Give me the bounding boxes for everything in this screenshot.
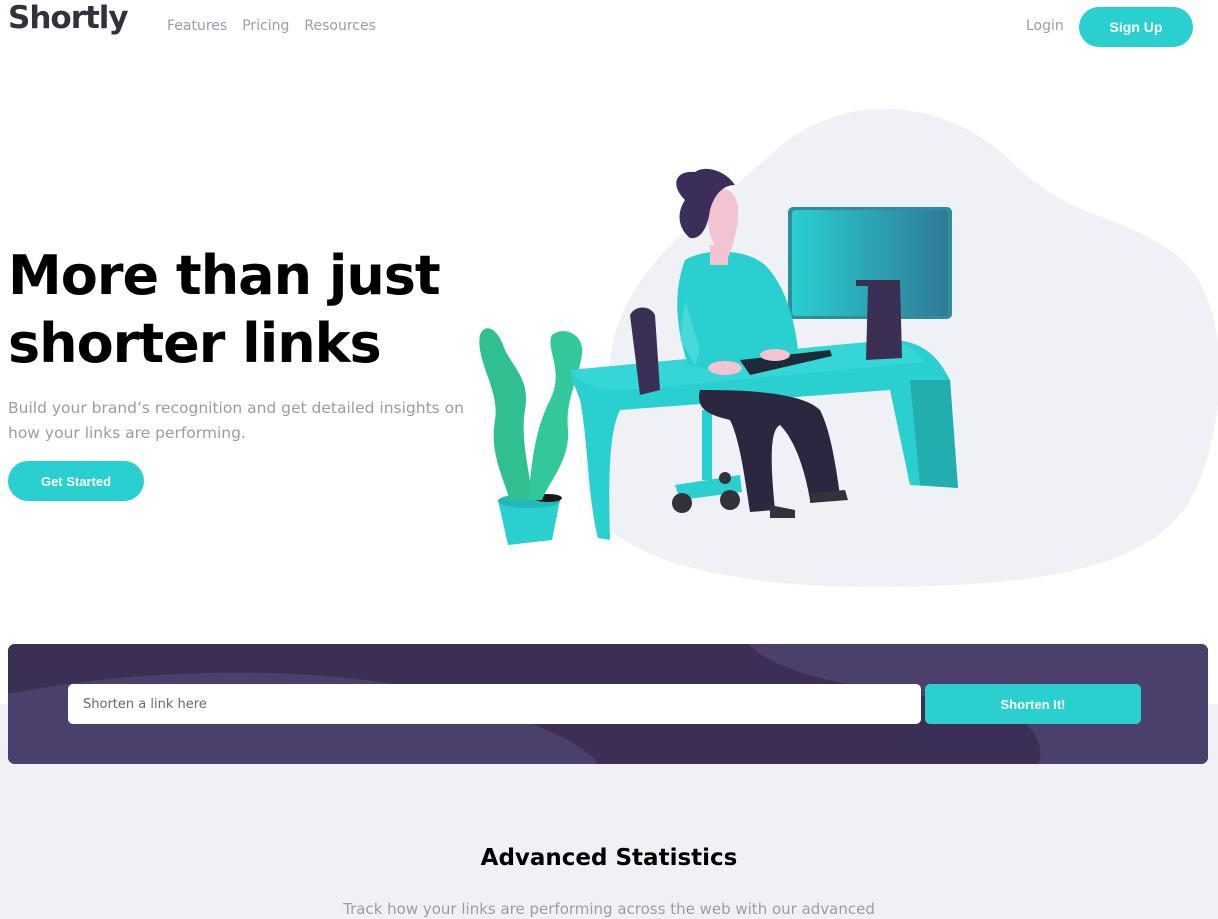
shorten-it-button[interactable]: Shorten It! — [925, 684, 1141, 724]
shorten-url-input[interactable] — [68, 684, 921, 724]
get-started-button[interactable]: Get Started — [8, 461, 144, 501]
hero-title: More than just shorter links — [8, 244, 441, 375]
hero-subtitle: Build your brand’s recognition and get d… — [8, 399, 464, 442]
sign-up-button[interactable]: Sign Up — [1079, 7, 1193, 47]
nav-link-resources[interactable]: Resources — [304, 18, 376, 34]
plant-leaves — [479, 328, 532, 500]
nav-link-features[interactable]: Features — [167, 18, 227, 34]
logo[interactable]: Shortly — [8, 0, 129, 36]
working-illustration — [479, 108, 1218, 588]
shorten-form: Shorten It! — [8, 644, 1208, 764]
nav-links: Features Pricing Resources — [167, 18, 376, 34]
login-link[interactable]: Login — [1026, 18, 1064, 34]
top-navigation: Shortly Features Pricing Resources Login… — [0, 0, 1218, 56]
statistics-title: Advanced Statistics — [480, 845, 738, 871]
statistics-subtitle: Track how your links are performing acro… — [343, 900, 875, 918]
nav-link-pricing[interactable]: Pricing — [242, 18, 289, 34]
